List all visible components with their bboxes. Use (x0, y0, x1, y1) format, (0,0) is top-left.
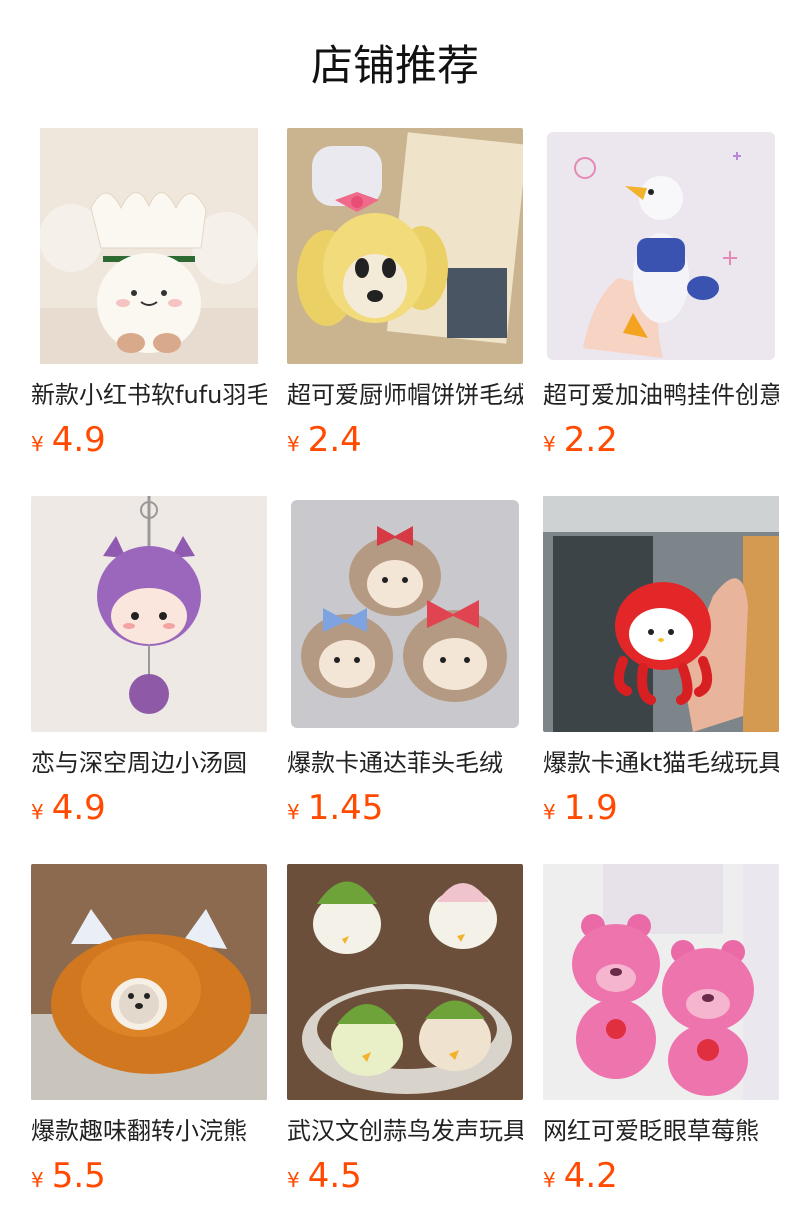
product-card[interactable]: 超可爱加油鸭挂件创意 ¥2.2 (543, 128, 779, 496)
product-price: ¥1.45 (287, 788, 523, 828)
product-name[interactable]: 爆款卡通kt猫毛绒玩具 (543, 746, 779, 780)
product-card[interactable]: 爆款卡通达菲头毛绒 ¥1.45 (287, 496, 523, 864)
product-card[interactable]: 网红可爱眨眼草莓熊 ¥4.2 (543, 864, 779, 1232)
product-price: ¥4.5 (287, 1156, 523, 1196)
currency-symbol: ¥ (287, 1168, 300, 1192)
product-price: ¥4.2 (543, 1156, 779, 1196)
price-value: 4.5 (307, 1156, 362, 1196)
currency-symbol: ¥ (543, 1168, 556, 1192)
product-image[interactable] (31, 864, 267, 1100)
price-value: 2.4 (307, 420, 362, 460)
currency-symbol: ¥ (543, 432, 556, 456)
product-image[interactable] (287, 496, 523, 732)
product-name[interactable]: 武汉文创蒜鸟发声玩具 (287, 1114, 523, 1148)
product-image[interactable] (543, 864, 779, 1100)
product-price: ¥4.9 (31, 788, 267, 828)
product-card[interactable]: 武汉文创蒜鸟发声玩具 ¥4.5 (287, 864, 523, 1232)
price-value: 1.9 (563, 788, 618, 828)
product-card[interactable]: 超可爱厨师帽饼饼毛绒 ¥2.4 (287, 128, 523, 496)
price-value: 5.5 (51, 1156, 106, 1196)
product-card[interactable]: 新款小红书软fufu羽毛 ¥4.9 (31, 128, 267, 496)
product-image[interactable] (543, 496, 779, 732)
product-image[interactable] (287, 864, 523, 1100)
product-name[interactable]: 爆款趣味翻转小浣熊 (31, 1114, 267, 1148)
product-name[interactable]: 爆款卡通达菲头毛绒 (287, 746, 523, 780)
currency-symbol: ¥ (31, 432, 44, 456)
product-price: ¥2.2 (543, 420, 779, 460)
page-title: 店铺推荐 (310, 41, 479, 90)
product-price: ¥5.5 (31, 1156, 267, 1196)
product-image[interactable] (543, 128, 779, 364)
currency-symbol: ¥ (31, 1168, 44, 1192)
product-name[interactable]: 超可爱厨师帽饼饼毛绒 (287, 378, 523, 412)
price-value: 1.45 (307, 788, 384, 828)
currency-symbol: ¥ (287, 800, 300, 824)
product-card[interactable]: 爆款卡通kt猫毛绒玩具 ¥1.9 (543, 496, 779, 864)
product-name[interactable]: 网红可爱眨眼草莓熊 (543, 1114, 779, 1148)
currency-symbol: ¥ (543, 800, 556, 824)
price-value: 4.2 (563, 1156, 618, 1196)
price-value: 4.9 (51, 420, 106, 460)
price-value: 4.9 (51, 788, 106, 828)
product-name[interactable]: 超可爱加油鸭挂件创意 (543, 378, 779, 412)
product-grid: 新款小红书软fufu羽毛 ¥4.9 超可爱厨师帽饼饼毛绒 ¥ 2.4 超可爱加油… (31, 128, 790, 1232)
product-image[interactable] (287, 128, 523, 364)
product-name[interactable]: 恋与深空周边小汤圆 (31, 746, 267, 780)
product-card[interactable]: 爆款趣味翻转小浣熊 ¥5.5 (31, 864, 267, 1232)
product-name[interactable]: 新款小红书软fufu羽毛 (31, 378, 267, 412)
currency-symbol: ¥ (31, 800, 44, 824)
product-card[interactable]: 恋与深空周边小汤圆 ¥4.9 (31, 496, 267, 864)
currency-symbol: ¥ (287, 432, 300, 456)
product-price: ¥4.9 (31, 420, 267, 460)
product-image[interactable] (31, 128, 267, 364)
product-price: ¥1.9 (543, 788, 779, 828)
price-value: 2.2 (563, 420, 618, 460)
product-price: ¥2.4 (287, 420, 523, 460)
product-image[interactable] (31, 496, 267, 732)
